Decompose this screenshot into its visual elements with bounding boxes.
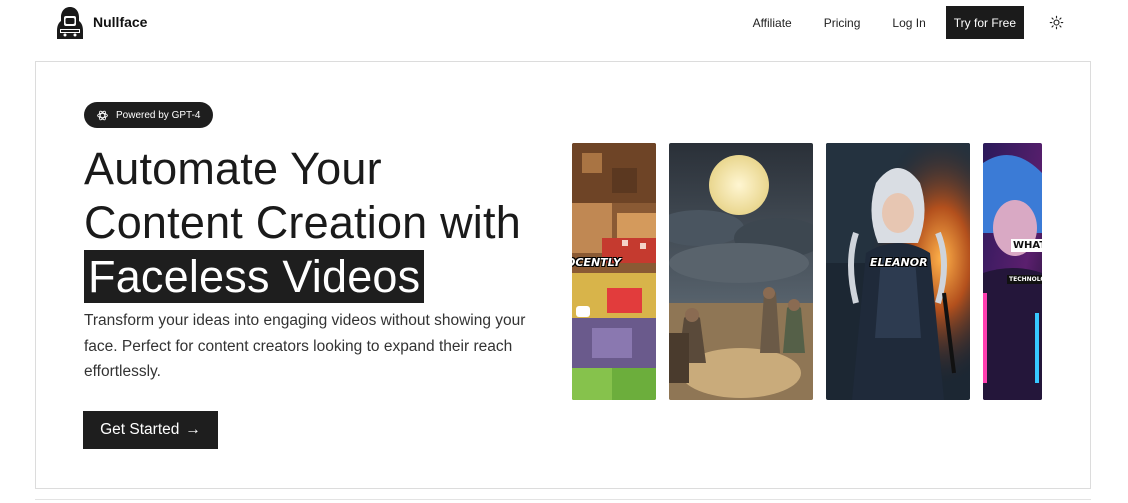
sun-icon — [1049, 15, 1063, 30]
brand-name: Nullface — [93, 14, 148, 30]
nav-link-login[interactable]: Log In — [892, 16, 925, 30]
get-started-label: Get Started — [100, 421, 180, 438]
nav-link-affiliate[interactable]: Affiliate — [753, 16, 792, 30]
headline-highlight: Faceless Videos — [84, 250, 425, 303]
brand[interactable]: Nullface — [55, 5, 147, 39]
video-thumbnail-neon[interactable]: WHAT H TECHNOLOGY — [983, 143, 1042, 400]
hooded-figure-logo-icon — [57, 7, 83, 39]
try-for-free-button[interactable]: Try for Free — [945, 6, 1024, 39]
section-divider — [35, 499, 1091, 500]
hero-headline: Automate Your Content Creation with Face… — [84, 142, 521, 304]
top-nav: Nullface Affiliate Pricing Log In Try fo… — [0, 0, 1128, 46]
nav-links: Affiliate Pricing Log In Try for Free — [753, 6, 1066, 39]
video-caption: WHAT H — [1011, 239, 1042, 252]
video-thumbnail-minecraft[interactable]: OCENTLY — [572, 143, 656, 400]
nav-link-pricing[interactable]: Pricing — [824, 16, 861, 30]
arrow-right-icon: → — [185, 421, 201, 438]
headline-line-1: Automate Your — [84, 143, 382, 194]
video-caption: ELEANOR — [870, 256, 928, 269]
video-carousel[interactable]: OCENTLY — [572, 143, 1042, 400]
powered-by-badge: Powered by GPT-4 — [84, 102, 214, 128]
hero-subtext: Transform your ideas into engaging video… — [84, 312, 526, 380]
hero-section: Powered by GPT-4 Automate Your Content C… — [35, 61, 1091, 489]
video-thumbnail-moonlit-gathering[interactable] — [669, 143, 813, 400]
video-caption: OCENTLY — [572, 256, 621, 269]
headline-line-2: Content Creation with — [84, 197, 521, 248]
video-subcaption: TECHNOLOGY — [1007, 275, 1042, 284]
get-started-button[interactable]: Get Started → — [83, 411, 218, 449]
badge-label: Powered by GPT-4 — [116, 109, 201, 121]
video-thumbnail-warrior[interactable]: ELEANOR — [826, 143, 970, 400]
openai-icon — [97, 110, 108, 120]
theme-toggle-button[interactable] — [1046, 13, 1066, 33]
